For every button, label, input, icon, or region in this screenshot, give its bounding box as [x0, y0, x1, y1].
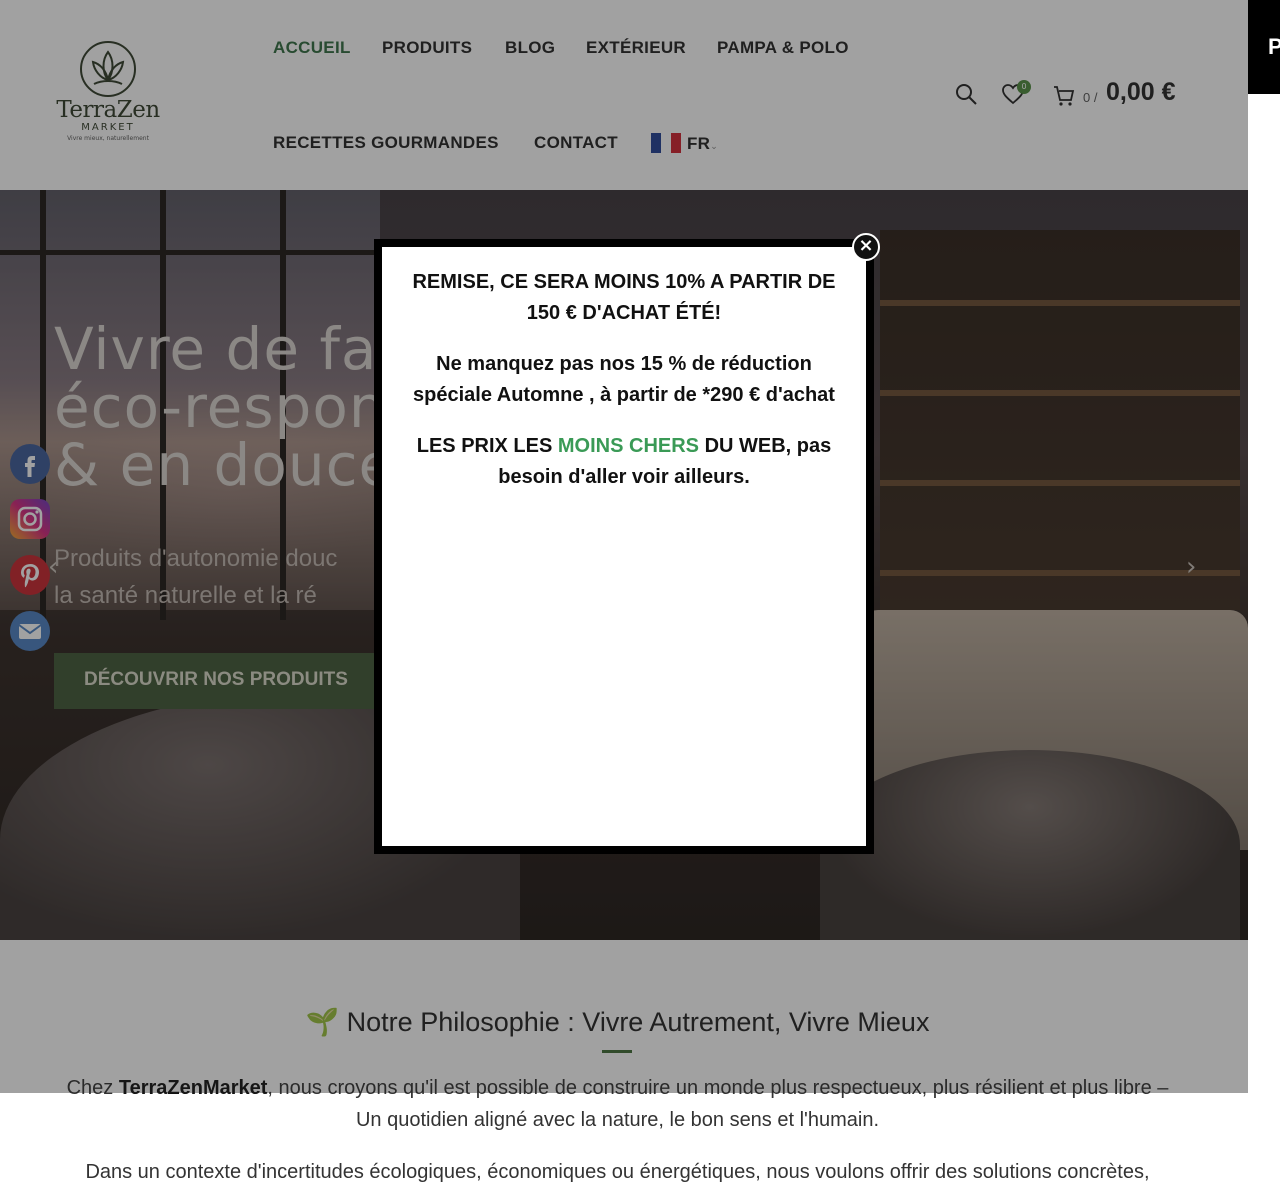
- promo-line-3: LES PRIX LES MOINS CHERS DU WEB, pas bes…: [400, 431, 848, 493]
- promo-line-2: Ne manquez pas nos 15 % de réduction spé…: [413, 353, 835, 406]
- side-panel-tab[interactable]: P: [1248, 0, 1280, 94]
- promo-highlight: MOINS CHERS: [557, 435, 700, 457]
- philosophy-paragraph-2: Dans un contexte d'incertitudes écologiq…: [85, 1161, 1150, 1183]
- side-tab-letter: P: [1268, 34, 1280, 59]
- close-modal-button[interactable]: ×: [852, 233, 880, 261]
- promo-modal: REMISE, CE SERA MOINS 10% A PARTIR DE 15…: [382, 247, 866, 846]
- promo-text: LES PRIX LES: [416, 435, 558, 457]
- promo-line-1: REMISE, CE SERA MOINS 10% A PARTIR DE 15…: [412, 271, 836, 324]
